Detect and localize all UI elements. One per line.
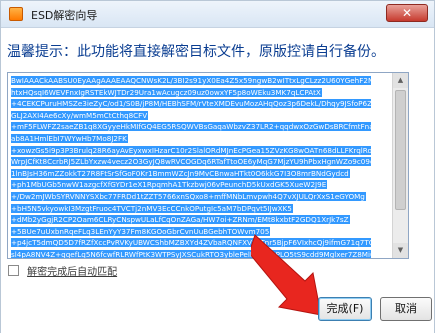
key-line: WrpJCfKt8CcrbRJ5ZLbYxzw4vecz2O3GyJQ8wRVC… <box>11 156 371 168</box>
key-line: +dMb2yGgjR2CP2Oam6CLRyCNspwULaLfCqOnZAGa… <box>11 215 350 225</box>
key-text-area[interactable]: BwIAAACkAABSU0EyAAgAAAEAAQCNWsK2L/3BI2s9… <box>7 72 409 259</box>
close-button[interactable]: ✕ <box>386 4 428 22</box>
key-line: +bH5N5vkyowkI3MzgtFruoc4TVCTj2nMV3EcCCnk… <box>11 203 293 213</box>
finish-button[interactable]: 完成(F) <box>318 297 372 321</box>
wizard-content: 温馨提示：此功能将直接解密目标文件，原版控请自行备份。 BwIAAACkAABS… <box>1 28 434 334</box>
auto-match-option[interactable]: 解密完成后自动匹配 <box>8 260 117 278</box>
wizard-window: ESD解密向导 ✕ 温馨提示：此功能将直接解密目标文件，原版控请自行备份。 Bw… <box>0 0 435 334</box>
key-line: htxHQsqI6WEVFnxIgRSTEkWJTDr29Ura1wAcugcz… <box>11 87 322 97</box>
key-line: +mF5FLWFZ2saeZB1q8XGyyeHkMIfGQ4EG5RSQWVB… <box>11 121 371 133</box>
key-line: GLJ2AXI4Ae6cXy/wmM5mCtCthq8CFV <box>11 110 149 120</box>
vertical-scrollbar[interactable]: ▲ ▼ <box>392 73 408 258</box>
key-line: +xowzGs5i9p3P3Brulq28R6ayAvEyxwxIHzarC10… <box>11 145 371 157</box>
key-line: +ph1MbUGb5nwW1azgcfXfGYDr1eX1RpqmhA1Tkzb… <box>11 180 328 190</box>
scroll-down-arrow-icon[interactable]: ▼ <box>393 243 408 258</box>
key-line: BwIAAACkAABSU0EyAAgAAAEAAQCNWsK2L/3BI2s9… <box>11 75 371 87</box>
warning-heading: 温馨提示：此功能将直接解密目标文件，原版控请自行备份。 <box>7 44 385 60</box>
app-icon <box>9 7 23 21</box>
auto-match-label[interactable]: 解密完成后自动匹配 <box>27 263 117 278</box>
key-line: +4CEKCPuruHMSZe3ieZyC/od1/S0B/jP8M/HEBhS… <box>11 98 371 110</box>
auto-match-checkbox[interactable] <box>8 265 19 276</box>
scroll-thumb[interactable] <box>395 90 406 210</box>
key-line: ab8A1HmlEbI7WYwHb7Mo8J2FK <box>11 133 128 143</box>
close-icon: ✕ <box>401 6 413 20</box>
window-title: ESD解密向导 <box>31 9 98 22</box>
key-line: 1lnBJsH36mZZokkT27R8FtSrSfGoF0Kr1BmmWZcJ… <box>11 168 350 178</box>
key-line: +/Dw2mJWbSYRVNNYSXbc77FRDd1tZZT5766xnSQx… <box>11 191 366 201</box>
title-bar[interactable]: ESD解密向导 ✕ <box>1 1 434 28</box>
scroll-up-arrow-icon[interactable]: ▲ <box>393 73 408 88</box>
cancel-button[interactable]: 取消 <box>380 297 432 321</box>
